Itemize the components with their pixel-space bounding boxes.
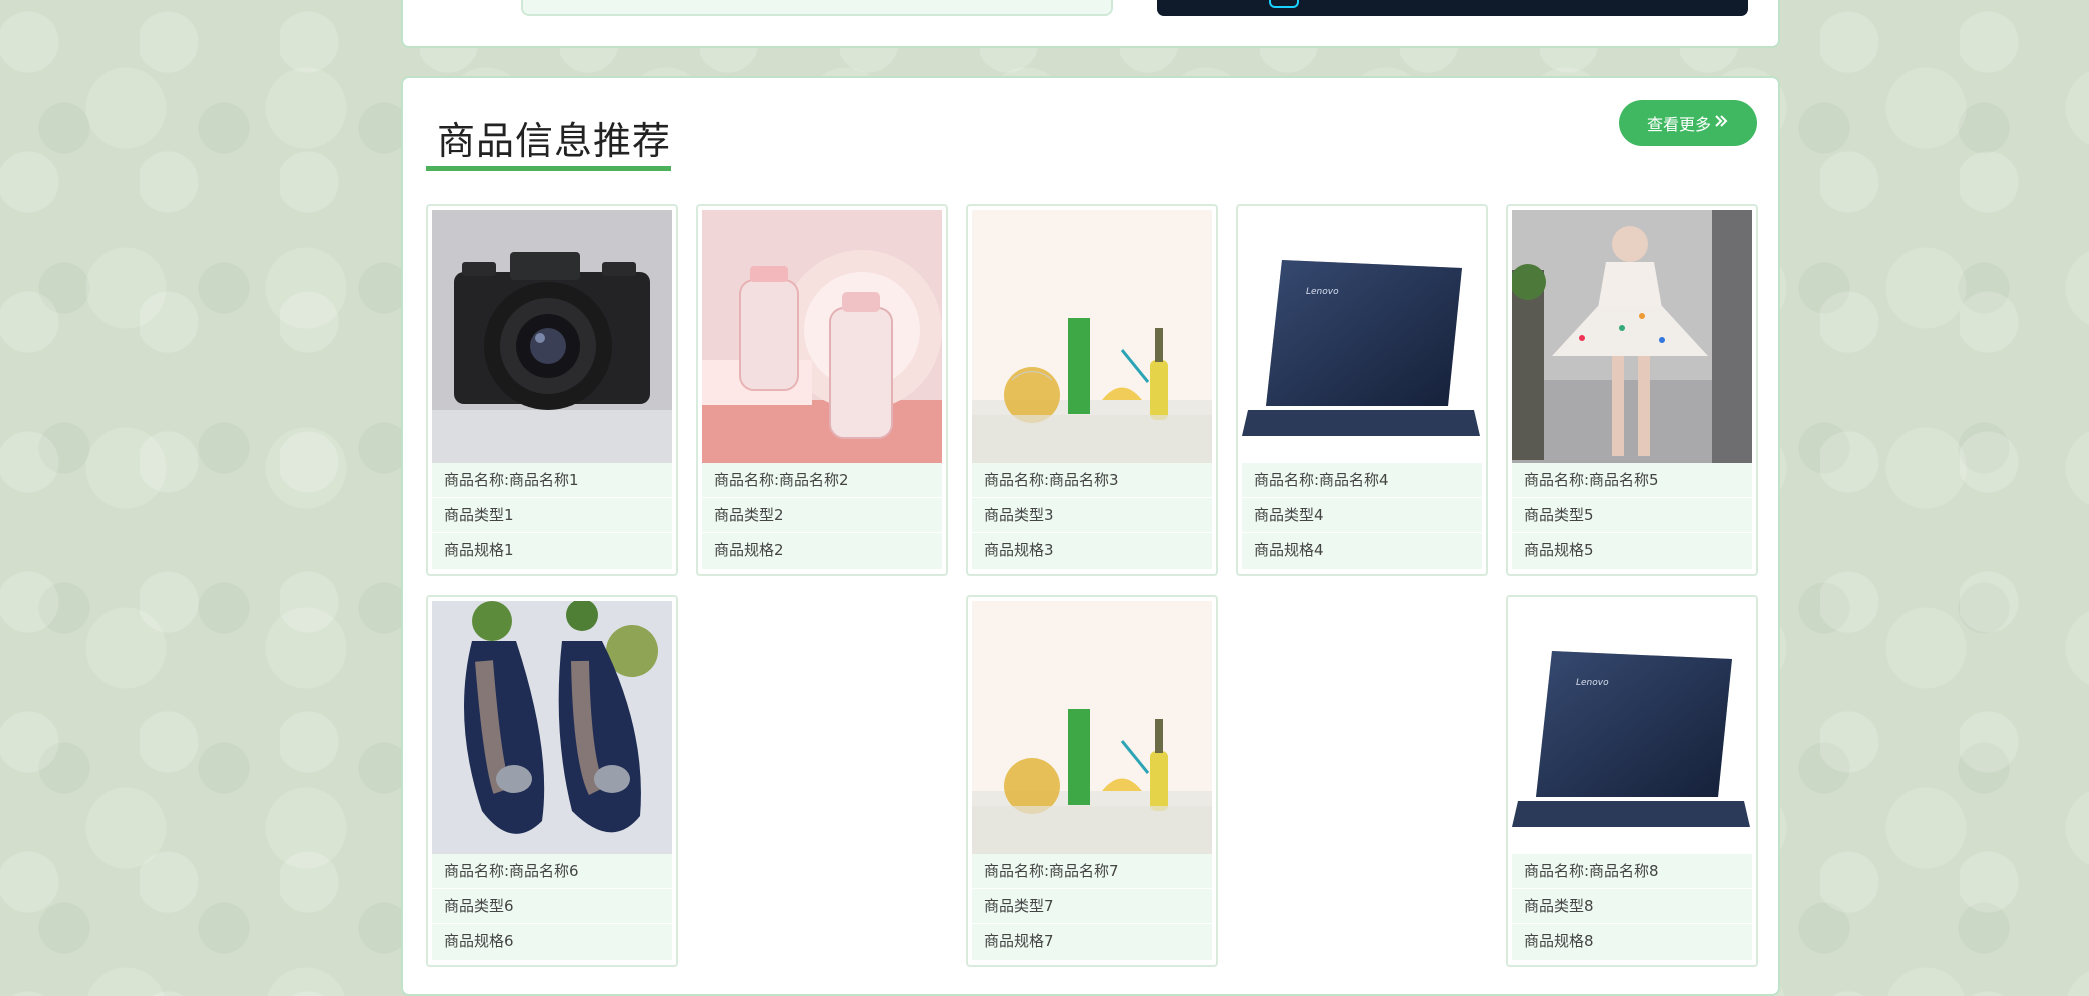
product-image-beverages[interactable]: [972, 601, 1212, 854]
product-info: 商品名称:商品名称8 商品类型8 商品规格8: [1512, 854, 1752, 960]
product-card[interactable]: 商品名称:商品名称7 商品类型7 商品规格7: [966, 595, 1218, 967]
top-panel-field: [521, 0, 1113, 16]
product-image-baby-bottles[interactable]: [702, 210, 942, 463]
product-type: 商品类型1: [432, 498, 672, 533]
top-panel: [401, 0, 1780, 48]
product-spec: 商品规格7: [984, 932, 1054, 950]
double-chevron-right-icon: [1713, 113, 1729, 133]
product-type: 商品类型4: [1242, 498, 1482, 533]
product-info: 商品名称:商品名称2 商品类型2 商品规格2: [702, 463, 942, 569]
product-card[interactable]: 商品名称:商品名称2 商品类型2 商品规格2: [696, 204, 948, 576]
product-name[interactable]: 商品名称:商品名称3: [972, 463, 1212, 498]
product-spec: 商品规格6: [444, 932, 514, 950]
laptop-brand-logo: Lenovo: [1576, 678, 1609, 688]
product-spec: 商品规格8: [1524, 932, 1594, 950]
product-spec: 商品规格5: [1524, 541, 1594, 559]
product-name[interactable]: 商品名称:商品名称6: [432, 854, 672, 889]
product-card[interactable]: Lenovo 商品名称:商品名称8 商品类型8 商品规格8: [1506, 595, 1758, 967]
product-name[interactable]: 商品名称:商品名称8: [1512, 854, 1752, 889]
product-name[interactable]: 商品名称:商品名称7: [972, 854, 1212, 889]
view-more-label: 查看更多: [1646, 115, 1711, 134]
product-type: 商品类型3: [972, 498, 1212, 533]
product-card[interactable]: 商品名称:商品名称1 商品类型1 商品规格1: [426, 204, 678, 576]
laptop-brand-logo: Lenovo: [1306, 287, 1339, 297]
product-type: 商品类型2: [702, 498, 942, 533]
product-image-dress[interactable]: [1512, 210, 1752, 463]
view-more-button[interactable]: 查看更多: [1619, 100, 1757, 146]
product-info: 商品名称:商品名称7 商品类型7 商品规格7: [972, 854, 1212, 960]
section-title: 商品信息推荐: [437, 119, 672, 163]
product-name[interactable]: 商品名称:商品名称5: [1512, 463, 1752, 498]
product-info: 商品名称:商品名称1 商品类型1 商品规格1: [432, 463, 672, 569]
product-recommend-section: 商品信息推荐 查看更多 商品名称:商品名称1 商品类型1 商品规格1 商品名称:…: [401, 76, 1780, 996]
product-card[interactable]: Lenovo 商品名称:商品名称4 商品类型4 商品规格4: [1236, 204, 1488, 576]
product-info: 商品名称:商品名称4 商品类型4 商品规格4: [1242, 463, 1482, 569]
product-spec: 商品规格1: [444, 541, 514, 559]
product-name[interactable]: 商品名称:商品名称1: [432, 463, 672, 498]
product-card[interactable]: 商品名称:商品名称3 商品类型3 商品规格3: [966, 204, 1218, 576]
product-info: 商品名称:商品名称3 商品类型3 商品规格3: [972, 463, 1212, 569]
product-type: 商品类型7: [972, 889, 1212, 924]
product-card[interactable]: 商品名称:商品名称6 商品类型6 商品规格6: [426, 595, 678, 967]
product-info: 商品名称:商品名称5 商品类型5 商品规格5: [1512, 463, 1752, 569]
product-type: 商品类型8: [1512, 889, 1752, 924]
product-type: 商品类型5: [1512, 498, 1752, 533]
product-type: 商品类型6: [432, 889, 672, 924]
product-spec: 商品规格3: [984, 541, 1054, 559]
title-underline: [426, 166, 671, 171]
product-image-laptop[interactable]: Lenovo: [1242, 210, 1482, 463]
product-image-shoes[interactable]: [432, 601, 672, 854]
product-name[interactable]: 商品名称:商品名称2: [702, 463, 942, 498]
top-banner-image[interactable]: [1157, 0, 1748, 16]
product-name[interactable]: 商品名称:商品名称4: [1242, 463, 1482, 498]
product-info: 商品名称:商品名称6 商品类型6 商品规格6: [432, 854, 672, 960]
product-image-beverages[interactable]: [972, 210, 1212, 463]
product-card[interactable]: 商品名称:商品名称5 商品类型5 商品规格5: [1506, 204, 1758, 576]
product-spec: 商品规格4: [1254, 541, 1324, 559]
product-spec: 商品规格2: [714, 541, 784, 559]
product-image-camera[interactable]: [432, 210, 672, 463]
product-image-laptop[interactable]: Lenovo: [1512, 601, 1752, 854]
